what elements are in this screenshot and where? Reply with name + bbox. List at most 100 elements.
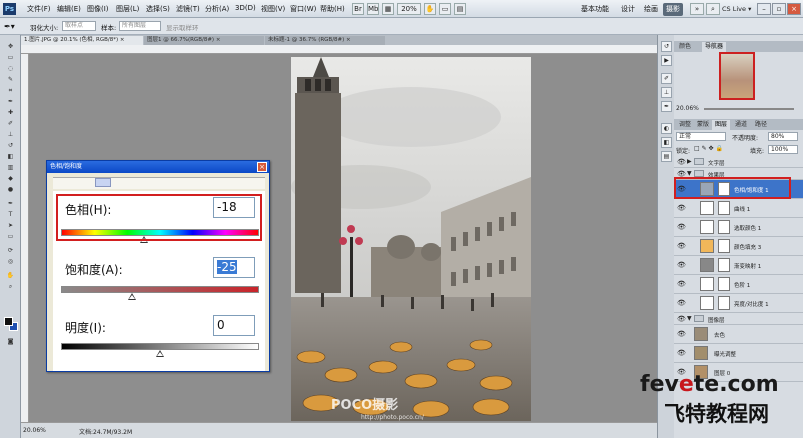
layer-thumbnail[interactable] [694, 327, 708, 341]
lightness-slider-handle[interactable] [156, 350, 164, 357]
bridge-icon[interactable]: Br [352, 3, 364, 15]
dialog-preset-thumb[interactable] [95, 178, 111, 187]
eraser-tool-icon[interactable]: ◧ [5, 153, 16, 161]
tab-channels[interactable]: 通道 [732, 120, 750, 130]
saturation-slider-handle[interactable] [128, 293, 137, 300]
layer-row[interactable]: 👁 渐变映射 1 [674, 256, 803, 275]
workspace-design[interactable]: 设计 [618, 3, 638, 16]
status-zoom[interactable]: 20.06% [23, 427, 46, 434]
tab-navigator[interactable]: 导航器 [702, 42, 727, 52]
3d-orbit-icon[interactable]: ◎ [5, 258, 16, 266]
marquee-tool-icon[interactable]: ▭ [5, 54, 16, 62]
shape-tool-icon[interactable]: ▭ [5, 233, 16, 241]
search-icon[interactable]: ⌕ [706, 3, 720, 15]
group-expand-arrow-icon[interactable]: ▶ [687, 158, 692, 165]
layer-mask-thumbnail[interactable] [718, 220, 730, 234]
layer-thumbnail[interactable] [700, 258, 714, 272]
tab-layers[interactable]: 图层 [712, 120, 731, 130]
tab-paths[interactable]: 路径 [752, 120, 770, 130]
tab-adjustments[interactable]: 调整 [676, 120, 694, 130]
feather-select[interactable]: 取样点 [62, 21, 96, 31]
blur-tool-icon[interactable]: ◆ [5, 175, 16, 183]
lightness-input[interactable]: 0 [213, 315, 255, 336]
channels-icon[interactable]: ▤ [661, 151, 672, 162]
cs-live-button[interactable]: CS Live ▾ [722, 3, 751, 16]
eyedropper-icon[interactable]: ✒▾ [4, 22, 15, 31]
screen-mode-icon[interactable]: ▤ [454, 3, 466, 15]
menu-window[interactable]: 窗口(W) [290, 4, 316, 14]
brush-tool-icon[interactable]: ✐ [5, 120, 16, 128]
menu-3d[interactable]: 3D(D) [235, 4, 256, 12]
tab-document-1[interactable]: 1.图片.JPG @ 20.1% (色相, RGB/8*) × [21, 36, 143, 45]
layer-row[interactable]: 👁 曲线 1 [674, 199, 803, 218]
stamp-tool-icon[interactable]: ⊥ [5, 131, 16, 139]
blend-mode-select[interactable]: 正常 [676, 132, 726, 141]
layer-thumbnail[interactable] [700, 220, 714, 234]
layer-row[interactable]: 👁 去色 [674, 325, 803, 344]
layer-mask-thumbnail[interactable] [718, 258, 730, 272]
menu-help[interactable]: 帮助(H) [320, 4, 345, 14]
3d-rotate-icon[interactable]: ⟳ [5, 247, 16, 255]
hand-tool-icon[interactable]: ✋ [5, 272, 16, 280]
visibility-eye-icon[interactable]: 👁 [677, 242, 686, 250]
workspace-painting[interactable]: 绘画 [641, 3, 661, 16]
vertical-ruler[interactable] [21, 54, 29, 422]
opacity-input[interactable]: 80% [768, 132, 798, 141]
workspace-essentials[interactable]: 基本功能 [578, 3, 612, 16]
maximize-icon[interactable]: ▫ [772, 3, 786, 15]
adjustments-icon[interactable]: ◐ [661, 123, 672, 134]
visibility-eye-icon[interactable]: 👁 [677, 315, 686, 323]
menu-layer[interactable]: 图层(L) [116, 4, 139, 14]
crop-tool-icon[interactable]: ⌗ [5, 87, 16, 95]
history-brush-icon[interactable]: ↺ [5, 142, 16, 150]
layer-thumbnail[interactable] [700, 201, 714, 215]
navigator-zoom-slider[interactable] [704, 108, 794, 110]
layer-row[interactable]: 👁 曝光调整 [674, 344, 803, 363]
close-icon[interactable]: × [787, 3, 801, 15]
tool-preset-icon[interactable]: ✒ [661, 101, 672, 112]
clone-source-icon[interactable]: ⊥ [661, 87, 672, 98]
arrange-docs-icon[interactable]: ▭ [439, 3, 451, 15]
history-panel-icon[interactable]: ↺ [661, 41, 672, 52]
saturation-input[interactable]: -25 [213, 257, 255, 278]
layer-thumbnail[interactable] [700, 296, 714, 310]
minimize-icon[interactable]: – [757, 3, 771, 15]
layer-row[interactable]: 👁 选取颜色 1 [674, 218, 803, 237]
pen-tool-icon[interactable]: ✒ [5, 200, 16, 208]
layer-row[interactable]: 👁 色阶 1 [674, 275, 803, 294]
menu-file[interactable]: 文件(F) [27, 4, 51, 14]
foreground-color-swatch[interactable] [4, 317, 13, 326]
layer-mask-thumbnail[interactable] [718, 239, 730, 253]
type-tool-icon[interactable]: T [5, 211, 16, 219]
visibility-eye-icon[interactable]: 👁 [677, 280, 686, 288]
mini-bridge-icon[interactable]: Mb [367, 3, 379, 15]
visibility-eye-icon[interactable]: 👁 [677, 223, 686, 231]
layer-group-row[interactable]: 👁 ▼ 图像层 [674, 313, 803, 325]
menu-image[interactable]: 图像(I) [87, 4, 109, 14]
group-expand-arrow-icon[interactable]: ▼ [687, 170, 692, 177]
actions-panel-icon[interactable]: ▶ [661, 55, 672, 66]
quick-mask-icon[interactable]: ◙ [5, 338, 16, 346]
layer-mask-thumbnail[interactable] [718, 296, 730, 310]
tab-document-2[interactable]: 图层1 @ 66.7%(RGB/8#) × [144, 36, 264, 45]
saturation-slider-track[interactable] [61, 286, 259, 293]
layer-mask-thumbnail[interactable] [718, 201, 730, 215]
lightness-slider-track[interactable] [61, 343, 259, 350]
layer-row[interactable]: 👁 亮度/对比度 1 [674, 294, 803, 313]
zoom-tool-icon[interactable]: ⌕ [5, 283, 16, 291]
tab-document-3[interactable]: 未标题-1 @ 36.7% (RGB/8#) × [265, 36, 385, 45]
dialog-title[interactable]: 色相/饱和度 [47, 161, 269, 173]
lasso-tool-icon[interactable]: ◌ [5, 65, 16, 73]
view-extras-icon[interactable]: ▦ [382, 3, 394, 15]
move-tool-icon[interactable]: ✥ [5, 43, 16, 51]
horizontal-ruler[interactable] [21, 45, 657, 54]
brush-panel-icon[interactable]: ✐ [661, 73, 672, 84]
tab-masks[interactable]: 蒙版 [694, 120, 712, 130]
group-expand-arrow-icon[interactable]: ▼ [687, 315, 692, 322]
layer-thumbnail[interactable] [700, 239, 714, 253]
menu-edit[interactable]: 编辑(E) [57, 4, 81, 14]
menu-view[interactable]: 视图(V) [261, 4, 285, 14]
layer-thumbnail[interactable] [694, 346, 708, 360]
menu-filter[interactable]: 滤镜(T) [176, 4, 200, 14]
visibility-eye-icon[interactable]: 👁 [677, 158, 686, 166]
